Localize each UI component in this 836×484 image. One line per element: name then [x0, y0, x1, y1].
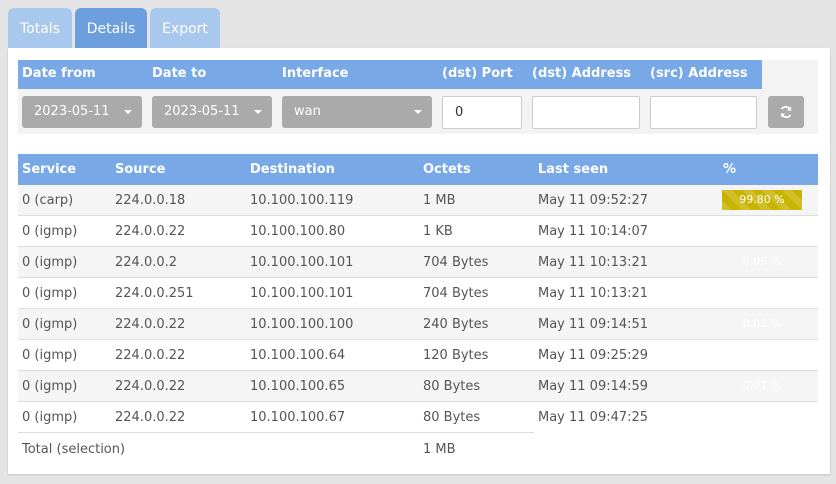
cell-service: 0 (igmp) — [22, 255, 78, 270]
cell-service: 0 (igmp) — [22, 317, 78, 332]
caret-down-icon — [414, 110, 422, 114]
cell-source: 224.0.0.22 — [115, 224, 186, 239]
tab-details[interactable]: Details — [75, 8, 147, 48]
caret-down-icon — [124, 110, 132, 114]
cell-octets: 704 Bytes — [423, 255, 489, 270]
cell-destination: 10.100.100.100 — [250, 317, 354, 332]
cell-last-seen: May 11 09:25:29 — [538, 348, 649, 363]
table-row: 0 (igmp) 224.0.0.251 10.100.100.101 704 Byt… — [18, 278, 818, 309]
date-to-select[interactable]: 2023-05-11 — [152, 96, 272, 128]
cell-source: 224.0.0.22 — [115, 348, 186, 363]
refresh-button[interactable] — [768, 96, 804, 128]
cell-octets: 240 Bytes — [423, 317, 489, 332]
tab-totals[interactable]: Totals — [8, 8, 72, 48]
cell-octets: 120 Bytes — [423, 348, 489, 363]
cell-octets: 1 KB — [423, 224, 453, 239]
filter-row: 2023-05-11 2023-05-11 wan — [18, 89, 818, 134]
filter-header-date-to: Date to — [152, 66, 207, 81]
cell-destination: 10.100.100.101 — [250, 286, 354, 301]
cell-destination: 10.100.100.64 — [250, 348, 346, 363]
table-row: 0 (igmp) 224.0.0.22 10.100.100.64 120 Bytes… — [18, 340, 818, 371]
tab-export[interactable]: Export — [150, 8, 220, 48]
column-last-seen[interactable]: Last seen — [538, 162, 608, 177]
cell-last-seen: May 11 09:47:25 — [538, 410, 649, 425]
column-octets[interactable]: Octets — [423, 162, 471, 177]
filter-header: Date from Date to Interface (dst) Port (… — [18, 60, 762, 89]
table-row: 0 (igmp) 224.0.0.22 10.100.100.100 240 Byte… — [18, 309, 818, 340]
cell-destination: 10.100.100.119 — [250, 193, 354, 208]
cell-service: 0 (igmp) — [22, 286, 78, 301]
column-destination[interactable]: Destination — [250, 162, 335, 177]
dst-port-input[interactable] — [442, 96, 522, 129]
refresh-icon — [780, 105, 792, 119]
percent-bar: 0.05 % — [742, 255, 782, 268]
percent-bar: 0.08 % — [742, 224, 782, 237]
dst-address-input[interactable] — [532, 96, 640, 129]
date-from-select[interactable]: 2023-05-11 — [22, 96, 142, 128]
date-to-value: 2023-05-11 — [164, 104, 240, 119]
cell-destination: 10.100.100.67 — [250, 410, 346, 425]
cell-last-seen: May 11 10:13:21 — [538, 255, 649, 270]
percent-bar: 99.80 % — [722, 190, 802, 210]
cell-service: 0 (igmp) — [22, 379, 78, 394]
src-address-input[interactable] — [650, 96, 757, 129]
caret-down-icon — [254, 110, 262, 114]
cell-last-seen: May 11 10:14:07 — [538, 224, 649, 239]
cell-source: 224.0.0.251 — [115, 286, 194, 301]
table-row: 0 (igmp) 224.0.0.22 10.100.100.67 80 Bytes M… — [18, 402, 781, 433]
date-from-value: 2023-05-11 — [34, 104, 110, 119]
cell-last-seen: May 11 09:14:59 — [538, 379, 649, 394]
filter-header-dst-port: (dst) Port — [442, 66, 513, 81]
total-label: Total (selection) — [22, 442, 126, 457]
details-panel: Date from Date to Interface (dst) Port (… — [8, 48, 830, 474]
cell-service: 0 (carp) — [22, 193, 74, 208]
cell-octets: 704 Bytes — [423, 286, 489, 301]
table-header: Service Source Destination Octets Last s… — [18, 154, 818, 185]
total-octets: 1 MB — [423, 442, 456, 457]
filter-header-src-address: (src) Address — [650, 66, 748, 81]
percent-bar: 0.02 % — [742, 317, 782, 330]
column-source[interactable]: Source — [115, 162, 165, 177]
percent-bar: 0.01 % — [742, 348, 782, 361]
cell-destination: 10.100.100.80 — [250, 224, 346, 239]
cell-source: 224.0.0.22 — [115, 410, 186, 425]
table-row: 0 (carp) 224.0.0.18 10.100.100.119 1 MB May … — [18, 185, 818, 216]
cell-destination: 10.100.100.65 — [250, 379, 346, 394]
column-service[interactable]: Service — [22, 162, 76, 177]
cell-last-seen: May 11 09:52:27 — [538, 193, 649, 208]
cell-last-seen: May 11 09:14:51 — [538, 317, 649, 332]
column-percent[interactable]: % — [723, 162, 736, 177]
filter-header-interface: Interface — [282, 66, 349, 81]
filter-header-dst-address: (dst) Address — [532, 66, 632, 81]
total-row: Total (selection) 1 MB — [18, 434, 534, 465]
cell-service: 0 (igmp) — [22, 224, 78, 239]
filter-header-spacer — [762, 60, 818, 89]
percent-bar: 0.01 % — [742, 379, 782, 392]
cell-source: 224.0.0.2 — [115, 255, 178, 270]
cell-octets: 1 MB — [423, 193, 456, 208]
interface-value: wan — [294, 104, 321, 119]
table-row: 0 (igmp) 224.0.0.2 10.100.100.101 704 Bytes… — [18, 247, 818, 278]
cell-destination: 10.100.100.101 — [250, 255, 354, 270]
cell-service: 0 (igmp) — [22, 410, 78, 425]
table-row: 0 (igmp) 224.0.0.22 10.100.100.65 80 Bytes M… — [18, 371, 818, 402]
percent-bar: 0.01 % — [742, 410, 782, 423]
cell-octets: 80 Bytes — [423, 410, 481, 425]
cell-source: 224.0.0.18 — [115, 193, 186, 208]
cell-source: 224.0.0.22 — [115, 379, 186, 394]
cell-last-seen: May 11 10:13:21 — [538, 286, 649, 301]
table-row: 0 (igmp) 224.0.0.22 10.100.100.80 1 KB May 1… — [18, 216, 818, 247]
cell-source: 224.0.0.22 — [115, 317, 186, 332]
cell-octets: 80 Bytes — [423, 379, 481, 394]
percent-bar: 0.05 % — [742, 286, 782, 299]
interface-select[interactable]: wan — [282, 96, 432, 128]
cell-service: 0 (igmp) — [22, 348, 78, 363]
filter-header-date-from: Date from — [22, 66, 96, 81]
